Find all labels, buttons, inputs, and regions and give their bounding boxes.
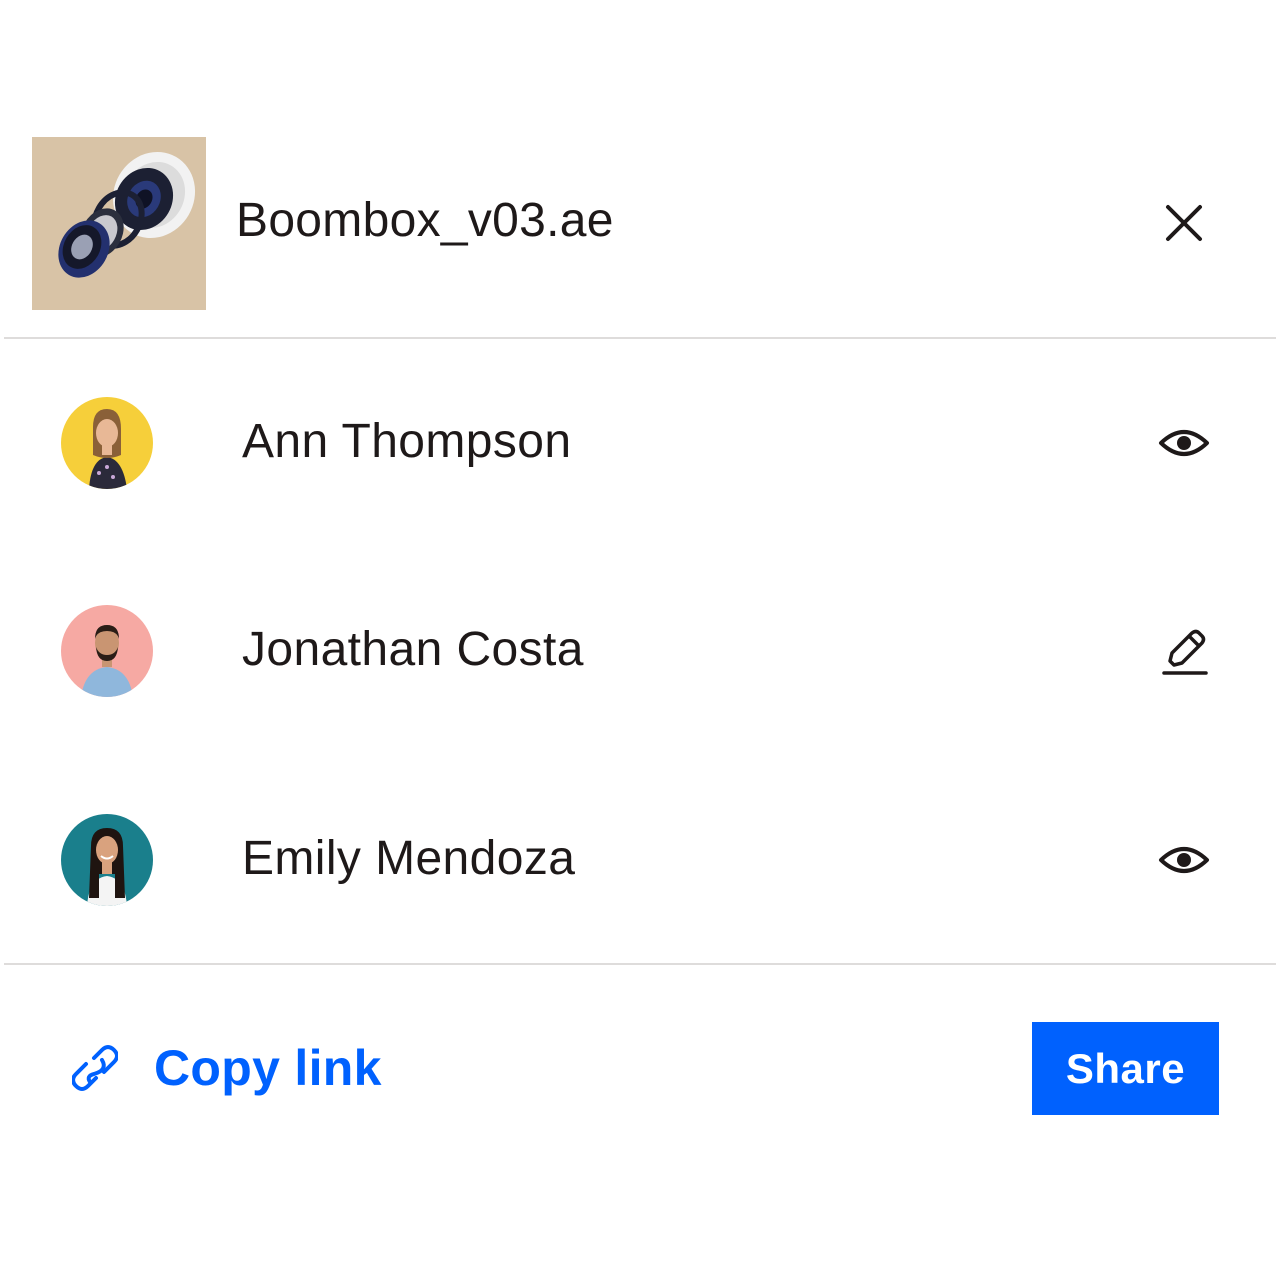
permission-view-button[interactable] (1156, 832, 1212, 888)
pencil-icon (1162, 629, 1208, 675)
eye-icon (1159, 430, 1209, 456)
share-button[interactable]: Share (1032, 1022, 1219, 1115)
copy-link-button[interactable]: Copy link (72, 1036, 382, 1100)
eye-icon (1159, 847, 1209, 873)
member-row: Emily Mendoza (0, 812, 1280, 908)
copy-link-label: Copy link (154, 1040, 382, 1096)
member-row: Jonathan Costa (0, 603, 1280, 699)
header-divider (4, 337, 1276, 339)
permission-edit-button[interactable] (1156, 623, 1212, 679)
member-name: Emily Mendoza (242, 832, 576, 885)
avatar (61, 397, 153, 489)
member-row: Ann Thompson (0, 395, 1280, 491)
permission-view-button[interactable] (1156, 415, 1212, 471)
link-icon (72, 1045, 118, 1091)
avatar (61, 814, 153, 906)
member-name: Jonathan Costa (242, 623, 584, 676)
avatar (61, 605, 153, 697)
file-name: Boombox_v03.ae (236, 194, 614, 247)
file-thumbnail (32, 137, 206, 310)
close-button[interactable] (1160, 199, 1208, 247)
footer-divider (4, 963, 1276, 965)
member-name: Ann Thompson (242, 415, 572, 468)
close-icon (1166, 205, 1202, 241)
